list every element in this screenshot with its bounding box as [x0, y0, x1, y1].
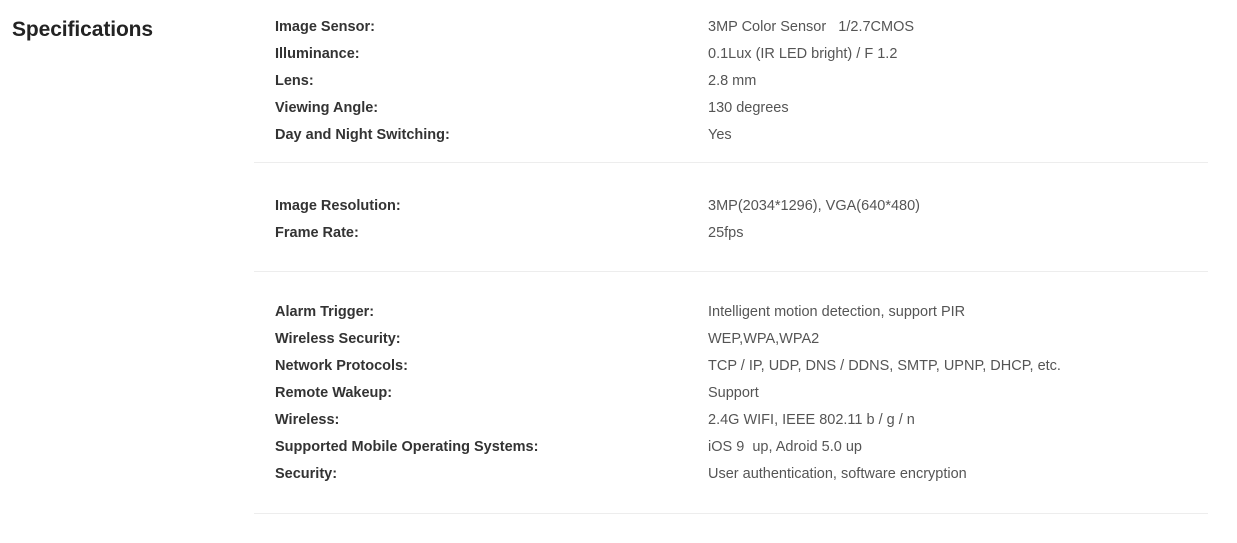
spec-value: 25fps [708, 225, 744, 241]
spec-value: iOS 9 up, Adroid 5.0 up [708, 439, 862, 455]
table-row: Supported Mobile Operating Systems: iOS … [254, 434, 1208, 461]
spec-value: 2.8 mm [708, 73, 757, 89]
spec-label: Illuminance: [275, 46, 360, 62]
spec-label: Wireless Security: [275, 331, 401, 347]
spec-value: WEP,WPA,WPA2 [708, 331, 820, 347]
spec-label: Image Sensor: [275, 19, 375, 35]
table-row: Viewing Angle: 130 degrees [254, 95, 1208, 122]
table-row: Network Protocols: TCP / IP, UDP, DNS / … [254, 353, 1208, 380]
spec-label: Viewing Angle: [275, 100, 379, 116]
table-row: Lens: 2.8 mm [254, 68, 1208, 95]
table-row: Day and Night Switching: Yes [254, 122, 1208, 149]
spec-label: Network Protocols: [275, 358, 408, 374]
spec-value: TCP / IP, UDP, DNS / DDNS, SMTP, UPNP, D… [708, 358, 1061, 374]
table-row: Security: User authentication, software … [254, 461, 1208, 488]
spec-label: Supported Mobile Operating Systems: [275, 439, 539, 455]
spec-value: Intelligent motion detection, support PI… [708, 304, 966, 320]
table-row: Wireless Security: WEP,WPA,WPA2 [254, 326, 1208, 353]
specifications-sheet: Specifications Image Sensor: 3MP Color S… [0, 0, 1237, 543]
table-row: Frame Rate: 25fps [254, 220, 1208, 247]
spec-label: Lens: [275, 73, 314, 89]
table-row: Alarm Trigger: Intelligent motion detect… [254, 299, 1208, 326]
spec-label: Security: [275, 466, 338, 482]
spec-value: User authentication, software encryption [708, 466, 967, 482]
spec-value: Support [708, 385, 759, 401]
spec-label: Alarm Trigger: [275, 304, 375, 320]
spec-group-imaging: Image Sensor: 3MP Color Sensor 1/2.7CMOS… [254, 14, 1208, 149]
page-title: Specifications [12, 18, 153, 41]
spec-value: 0.1Lux (IR LED bright) / F 1.2 [708, 46, 898, 62]
table-row: Image Resolution: 3MP(2034*1296), VGA(64… [254, 193, 1208, 220]
spec-label: Frame Rate: [275, 225, 359, 241]
spec-value: 3MP Color Sensor 1/2.7CMOS [708, 19, 915, 35]
spec-group-network-and-security: Alarm Trigger: Intelligent motion detect… [254, 299, 1208, 488]
spec-value: Yes [708, 127, 732, 143]
spec-value: 3MP(2034*1296), VGA(640*480) [708, 198, 920, 214]
table-row: Remote Wakeup: Support [254, 380, 1208, 407]
spacer-top [254, 0, 1208, 14]
specifications-table: Image Sensor: 3MP Color Sensor 1/2.7CMOS… [254, 0, 1208, 514]
spec-label: Image Resolution: [275, 198, 401, 214]
table-row: Illuminance: 0.1Lux (IR LED bright) / F … [254, 41, 1208, 68]
section-divider [254, 513, 1208, 514]
spec-label: Remote Wakeup: [275, 385, 393, 401]
spec-label: Day and Night Switching: [275, 127, 450, 143]
table-row: Image Sensor: 3MP Color Sensor 1/2.7CMOS [254, 14, 1208, 41]
spec-label: Wireless: [275, 412, 340, 428]
spec-group-video: Image Resolution: 3MP(2034*1296), VGA(64… [254, 193, 1208, 247]
spec-value: 130 degrees [708, 100, 789, 116]
table-row: Wireless: 2.4G WIFI, IEEE 802.11 b / g /… [254, 407, 1208, 434]
spec-value: 2.4G WIFI, IEEE 802.11 b / g / n [708, 412, 915, 428]
